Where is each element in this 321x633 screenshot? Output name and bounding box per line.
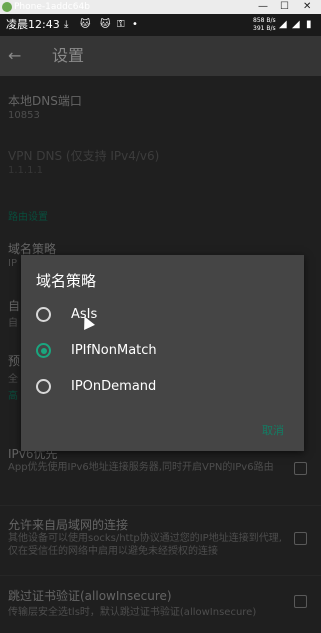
option-ipifnonmatch-label[interactable]: IPIfNonMatch — [71, 343, 157, 358]
dialog-title: 域名策略 — [36, 272, 97, 290]
emulator-window-title: Phone-1addc64b — [14, 2, 90, 12]
battery-icon: ▮ — [306, 19, 312, 30]
radio-ipifnonmatch[interactable] — [36, 343, 51, 358]
minimize-icon[interactable]: — — [258, 0, 268, 14]
upload-speed: 858 B/s — [253, 17, 276, 24]
network-speed: 858 B/s 391 B/s — [253, 17, 276, 33]
option-ipondemand-label[interactable]: IPOnDemand — [71, 379, 156, 394]
app-toolbar — [0, 36, 321, 76]
dot-icon: • — [132, 19, 138, 30]
status-time: 凌晨12:43 — [6, 18, 60, 31]
key-icon: ⚿ — [117, 19, 125, 30]
radio-asis[interactable] — [36, 307, 51, 322]
page-title: 设置 — [52, 46, 85, 65]
close-icon[interactable]: ✕ — [303, 0, 311, 14]
download-icon: ⤓ — [64, 19, 69, 30]
cat-icon-2: 🐱 — [100, 19, 111, 30]
cat-icon: 🐱 — [80, 19, 91, 30]
maximize-icon[interactable]: ☐ — [280, 0, 289, 14]
cancel-button[interactable]: 取消 — [262, 422, 284, 438]
radio-ipondemand[interactable] — [36, 379, 51, 394]
emulator-logo-icon — [2, 2, 12, 12]
wifi-icon: ◢ — [279, 19, 287, 30]
signal-icon: ◢ — [292, 19, 300, 30]
back-arrow-icon[interactable]: ← — [8, 36, 21, 76]
download-speed: 391 B/s — [253, 25, 276, 32]
